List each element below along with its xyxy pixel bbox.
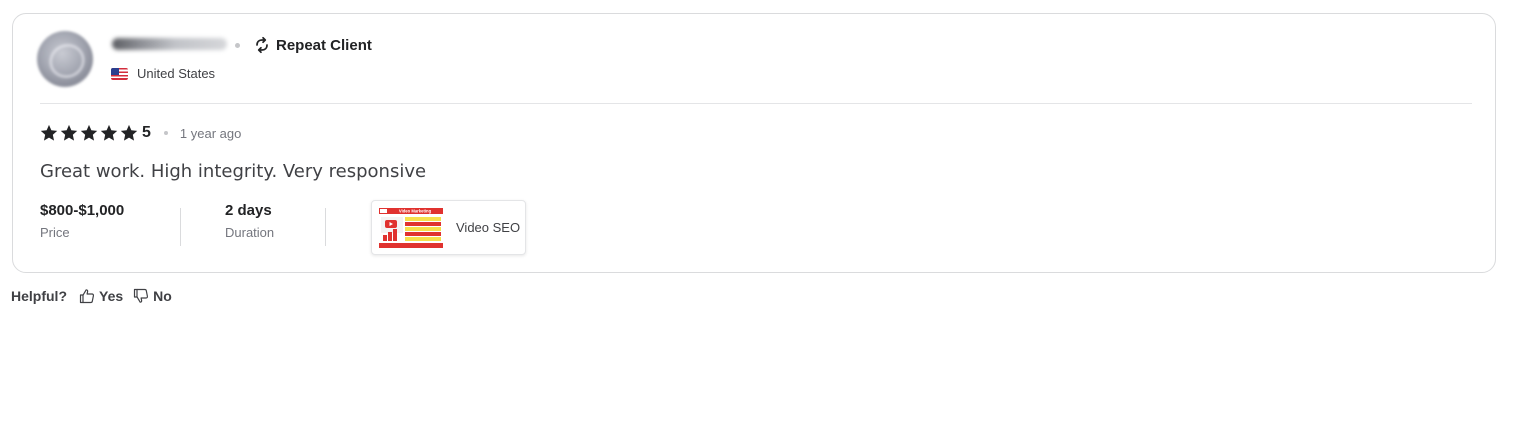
avatar-image — [43, 37, 91, 85]
rating-value: 5 — [142, 124, 151, 141]
price-label: Price — [40, 225, 70, 240]
review-card: Repeat Client United States 5 1 year ago… — [12, 13, 1496, 273]
us-flag-icon — [111, 67, 128, 80]
star-rating — [40, 124, 138, 142]
rating-row: 5 1 year ago — [40, 123, 241, 143]
gig-thumbnail: Video Marketing — [379, 207, 443, 248]
duration-block: 2 days Duration — [225, 202, 274, 240]
duration-label: Duration — [225, 225, 275, 240]
helpful-no-button[interactable]: No — [133, 288, 172, 304]
repeat-client-badge: Repeat Client — [253, 35, 372, 55]
star-icon — [60, 124, 78, 141]
header-divider — [40, 103, 1472, 104]
review-time: 1 year ago — [179, 125, 242, 141]
star-icon — [40, 124, 58, 141]
helpful-yes-label: Yes — [99, 288, 124, 304]
thumbs-up-icon — [79, 289, 95, 304]
separator-dot — [235, 43, 240, 48]
gig-title: Video SEO — [456, 220, 521, 235]
thumbs-down-icon — [134, 288, 149, 303]
star-icon — [120, 124, 138, 141]
reviewer-avatar[interactable] — [37, 31, 93, 87]
price-block: $800-$1,000 Price — [40, 202, 124, 240]
repeat-client-label: Repeat Client — [276, 36, 372, 54]
reviewer-country: United States — [111, 66, 215, 81]
meta-divider — [180, 208, 181, 246]
price-value: $800-$1,000 — [40, 202, 125, 219]
gig-thumbnail-header: Video Marketing — [399, 208, 432, 213]
helpful-prompt: Helpful? — [11, 288, 67, 304]
reviewer-name-redacted[interactable] — [112, 38, 227, 50]
review-text: Great work. High integrity. Very respons… — [40, 161, 427, 182]
duration-value: 2 days — [225, 202, 272, 219]
country-label: United States — [137, 66, 216, 81]
helpful-yes-button[interactable]: Yes — [79, 288, 123, 304]
star-icon — [80, 124, 98, 141]
helpful-feedback: Helpful? Yes No — [11, 287, 172, 305]
repeat-icon — [256, 36, 268, 54]
meta-divider — [325, 208, 326, 246]
star-icon — [100, 124, 118, 141]
gig-card[interactable]: Video Marketing Video SEO — [371, 200, 526, 255]
helpful-no-label: No — [153, 288, 172, 304]
separator-dot — [163, 131, 168, 135]
